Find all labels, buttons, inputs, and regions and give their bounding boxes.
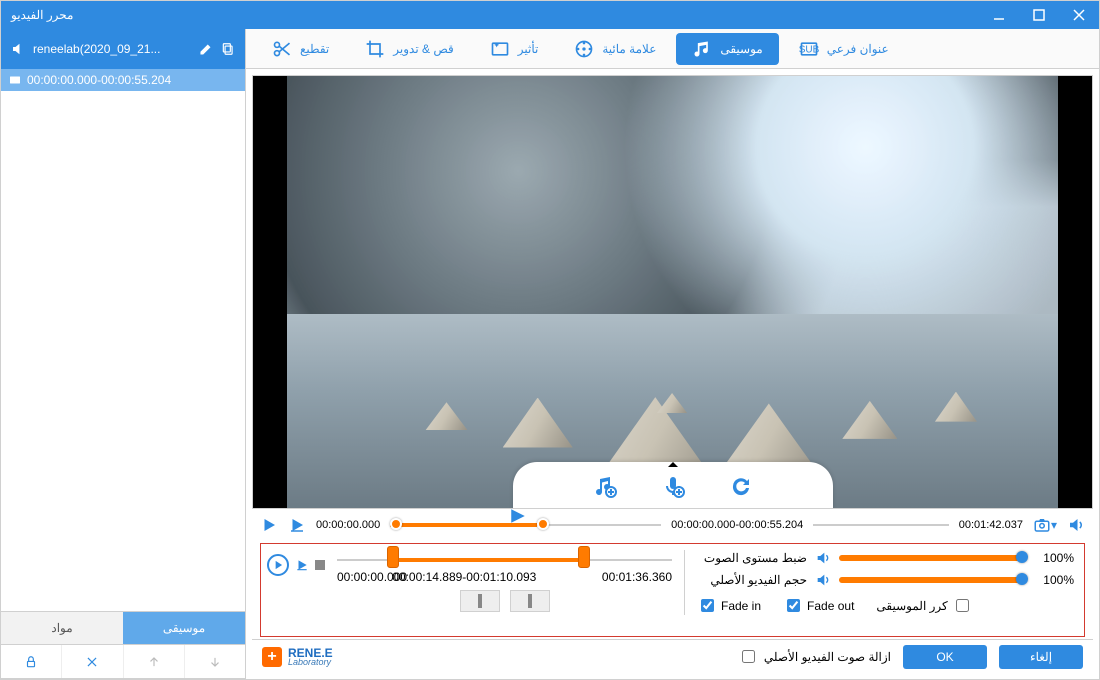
record-audio-button[interactable] <box>661 474 685 498</box>
repeat-music-checkbox[interactable]: كرر الموسيقى <box>876 596 971 615</box>
sidebar-header: reneelab(2020_09_21... <box>1 29 245 69</box>
original-volume-value: 100% <box>1030 573 1074 587</box>
footer: + RENE.E Laboratory ازالة صوت الفيديو ال… <box>252 639 1093 673</box>
add-music-button[interactable] <box>593 474 617 498</box>
mark-out-button[interactable] <box>510 590 550 612</box>
video-icon <box>9 74 21 86</box>
cancel-button[interactable]: إلغاء <box>999 645 1083 669</box>
brand-logo: + RENE.E Laboratory <box>262 646 333 667</box>
tooltab-watermark[interactable]: علامة مائية <box>558 33 672 65</box>
scissors-icon <box>272 39 292 59</box>
clip-item[interactable]: 00:00:00.000-00:00:55.204 <box>1 69 245 91</box>
delete-button[interactable] <box>62 645 123 678</box>
time-segment: 00:00:00.000-00:00:55.204 <box>671 519 803 531</box>
music-icon <box>692 39 712 59</box>
time-start: 00:00:00.000 <box>316 519 380 531</box>
subtitle-icon: SUB <box>799 39 819 59</box>
tooltab-music[interactable]: موسيقى <box>676 33 778 65</box>
refresh-button[interactable] <box>729 474 753 498</box>
tooltab-subtitle[interactable]: SUB عنوان فرعي <box>783 33 905 65</box>
film-icon <box>574 39 594 59</box>
music-time-segment: 00:00:14.889-00:01:10.093 <box>392 570 536 584</box>
original-volume-label: حجم الفيديو الأصلي <box>697 573 807 587</box>
ok-button[interactable]: OK <box>903 645 987 669</box>
music-track-slider[interactable] <box>337 556 672 564</box>
tooltab-crop-rotate[interactable]: قص & تدوير <box>349 33 470 65</box>
clip-range-label: 00:00:00.000-00:00:55.204 <box>27 73 171 87</box>
music-play-range-button[interactable] <box>295 558 309 572</box>
music-editor-panel: 00:00:00.000 00:00:14.889-00:01:10.093 0… <box>260 543 1085 637</box>
seek-slider[interactable] <box>390 521 661 529</box>
music-volume-slider[interactable] <box>839 555 1022 561</box>
play-button[interactable] <box>260 516 278 534</box>
move-down-button[interactable] <box>185 645 245 678</box>
music-time-total: 00:01:36.360 <box>602 570 672 584</box>
close-button[interactable] <box>1059 1 1099 29</box>
speaker-icon <box>11 42 25 56</box>
lock-button[interactable] <box>1 645 62 678</box>
speaker-icon <box>815 572 831 588</box>
window-title: محرر الفيديو <box>11 8 73 22</box>
tab-materials[interactable]: مواد <box>1 612 123 644</box>
remove-original-audio-checkbox[interactable]: ازالة صوت الفيديو الأصلي <box>738 647 891 666</box>
minimize-button[interactable] <box>979 1 1019 29</box>
plus-icon: + <box>262 647 282 667</box>
seek-slider-right[interactable] <box>813 521 948 529</box>
tooltab-cut[interactable]: تقطيع <box>256 33 345 65</box>
maximize-button[interactable] <box>1019 1 1059 29</box>
svg-text:SUB: SUB <box>799 44 819 55</box>
music-stop-button[interactable] <box>315 560 325 570</box>
preview-timeline: 00:00:00.000 00:00:00.000-00:00:55.204 0… <box>252 509 1093 541</box>
fade-in-checkbox[interactable]: Fade in <box>697 596 761 615</box>
crop-icon <box>365 39 385 59</box>
tooltab-effect[interactable]: تأثير <box>474 33 555 65</box>
sidebar-tabs: مواد موسيقى <box>1 611 245 645</box>
video-preview <box>252 75 1093 509</box>
move-up-button[interactable] <box>124 645 185 678</box>
speaker-icon <box>815 550 831 566</box>
copy-icon[interactable] <box>221 42 235 56</box>
music-play-button[interactable] <box>267 554 289 576</box>
current-file-name: reneelab(2020_09_21... <box>33 42 191 56</box>
sparkle-icon <box>490 39 510 59</box>
music-volume-value: 100% <box>1030 551 1074 565</box>
marker-icon <box>509 507 527 525</box>
edit-icon[interactable] <box>199 42 213 56</box>
mark-in-button[interactable] <box>460 590 500 612</box>
play-range-button[interactable] <box>288 516 306 534</box>
volume-label: ضبط مستوى الصوت <box>697 551 807 565</box>
fade-out-checkbox[interactable]: Fade out <box>783 596 854 615</box>
snapshot-button[interactable]: ▾ <box>1033 516 1057 534</box>
tab-music[interactable]: موسيقى <box>123 612 245 644</box>
titlebar: محرر الفيديو <box>1 1 1099 29</box>
tool-tabs: تقطيع قص & تدوير تأثير علامة مائية موسيق… <box>246 29 1099 69</box>
time-total: 00:01:42.037 <box>959 519 1023 531</box>
preview-tray <box>513 462 833 509</box>
sidebar: reneelab(2020_09_21... 00:00:00.000-00:0… <box>1 29 246 679</box>
volume-button[interactable] <box>1067 516 1085 534</box>
original-volume-slider[interactable] <box>839 577 1022 583</box>
